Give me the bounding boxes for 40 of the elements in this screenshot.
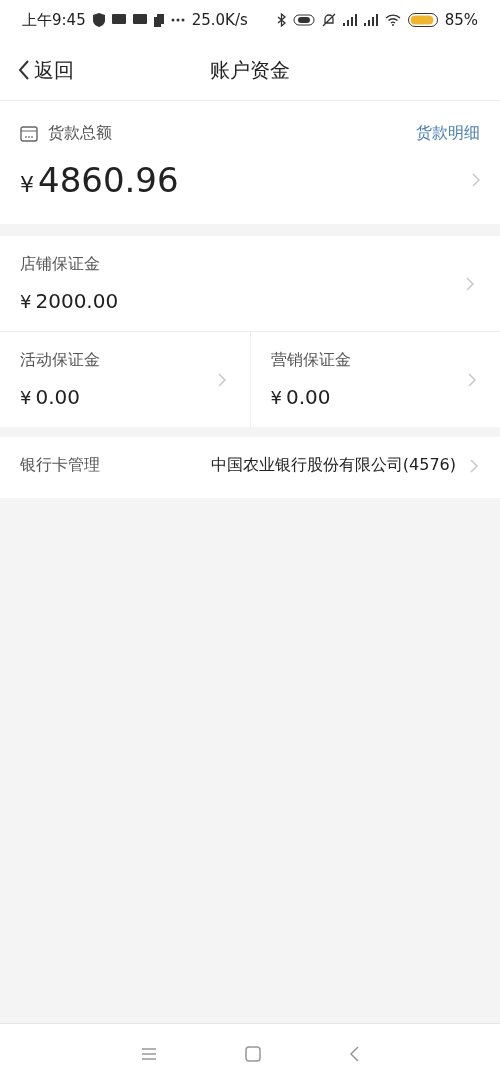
wifi-icon xyxy=(384,14,401,26)
chevron-left-icon xyxy=(18,60,30,80)
home-icon[interactable] xyxy=(245,1046,261,1062)
total-payment-label: 货款总额 xyxy=(48,123,112,144)
back-icon[interactable] xyxy=(349,1046,359,1062)
vibrate-icon xyxy=(292,14,315,26)
bluetooth-icon xyxy=(276,13,286,27)
bank-card-label: 银行卡管理 xyxy=(20,455,100,476)
page-title: 账户资金 xyxy=(210,56,290,84)
total-amount: 4860.96 xyxy=(38,160,179,200)
deposit-label: 店铺保证金 xyxy=(20,254,101,275)
chevron-right-icon xyxy=(466,276,474,291)
battery-percent: 85% xyxy=(444,11,478,29)
currency-symbol: ¥ xyxy=(20,387,32,408)
chevron-right-icon xyxy=(472,173,480,187)
back-button[interactable]: 返回 xyxy=(0,56,74,84)
battery-icon xyxy=(407,13,438,27)
signal-icon xyxy=(342,14,357,26)
deposit-label: 营销保证金 xyxy=(270,350,352,371)
chevron-right-icon xyxy=(217,372,226,387)
deposit-amount: 0.00 xyxy=(35,385,80,409)
chevron-right-icon xyxy=(470,458,478,473)
message-icon xyxy=(111,14,126,26)
deposit-amount: 0.00 xyxy=(285,385,331,409)
chevron-right-icon xyxy=(468,372,476,387)
wallet-icon xyxy=(20,125,38,142)
payment-details-link[interactable]: 货款明细 xyxy=(416,123,480,144)
deposit-label: 活动保证金 xyxy=(20,350,101,371)
shield-icon xyxy=(92,13,105,27)
currency-symbol: ¥ xyxy=(20,172,34,197)
currency-symbol: ¥ xyxy=(270,387,282,408)
bank-name: 中国农业银行股份有限公司(4576) xyxy=(210,455,456,476)
menu-icon[interactable] xyxy=(141,1047,157,1061)
signal-icon xyxy=(363,14,378,26)
deposit-amount: 2000.00 xyxy=(35,289,119,313)
status-time: 上午9:45 xyxy=(22,10,86,30)
currency-symbol: ¥ xyxy=(20,291,32,312)
more-icon xyxy=(170,18,185,22)
message-icon xyxy=(132,14,147,26)
network-speed: 25.0K/s xyxy=(191,11,248,29)
